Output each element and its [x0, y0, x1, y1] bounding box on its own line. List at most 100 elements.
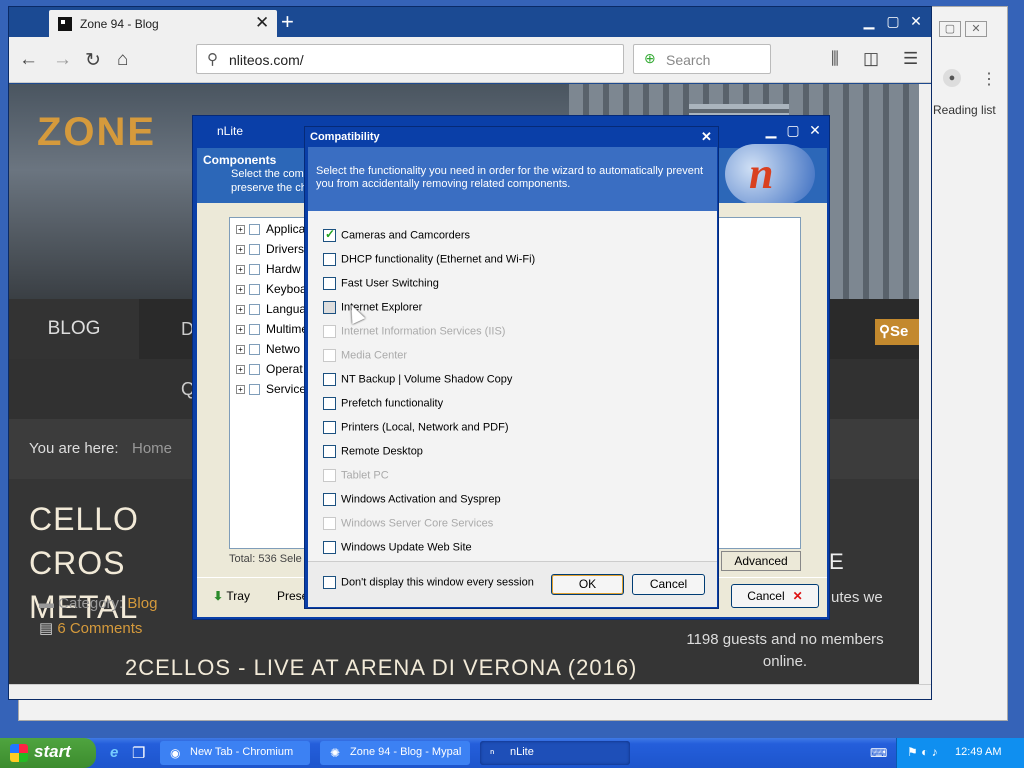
option-label: Windows Update Web Site	[341, 541, 472, 554]
comments-link[interactable]: 6 Comments	[39, 619, 142, 637]
menu-item-blog[interactable]: BLOG	[9, 299, 139, 359]
clock[interactable]: 12:49 AM	[955, 746, 1001, 758]
tree-node[interactable]: + Keyboa	[236, 282, 307, 296]
tree-checkbox[interactable]	[249, 324, 260, 336]
ie-quicklaunch-icon[interactable]: e	[110, 744, 118, 761]
start-button[interactable]: start	[0, 738, 96, 768]
library-icon[interactable]: ⫼	[831, 49, 839, 69]
checkbox[interactable]	[323, 277, 336, 290]
option-windows-update[interactable]: Windows Update Web Site	[323, 541, 472, 554]
dont-display-option[interactable]: Don't display this window every session	[323, 576, 534, 589]
tree-node[interactable]: + Service	[236, 382, 306, 396]
search-engine-icon[interactable]: ⊕	[644, 50, 656, 67]
site-search-button[interactable]: ⚲Se	[875, 319, 919, 345]
tree-checkbox[interactable]	[249, 224, 260, 236]
dialog-close-icon[interactable]: ✕	[701, 129, 712, 145]
url-bar[interactable]: ⚲ nliteos.com/	[196, 44, 624, 74]
nlite-cancel-button[interactable]: Cancel ✕	[731, 584, 819, 608]
expand-icon[interactable]: +	[236, 285, 245, 295]
option-internet-explorer[interactable]: Internet Explorer	[323, 301, 422, 314]
search-input[interactable]: ⊕ Search	[633, 44, 771, 74]
checkbox[interactable]	[323, 576, 336, 589]
checkbox[interactable]	[323, 493, 336, 506]
tree-checkbox[interactable]	[249, 244, 260, 256]
expand-icon[interactable]: +	[236, 325, 245, 335]
option-fast-user-switching[interactable]: Fast User Switching	[323, 277, 439, 290]
tab-zone94-blog[interactable]: Zone 94 - Blog ✕	[49, 10, 277, 37]
back-icon[interactable]: ←	[19, 49, 38, 71]
nlite-close-icon[interactable]: ✕	[807, 122, 823, 138]
option-windows-activation[interactable]: Windows Activation and Sysprep	[323, 493, 501, 506]
cancel-button[interactable]: Cancel	[632, 574, 705, 595]
expand-icon[interactable]: +	[236, 305, 245, 315]
expand-icon[interactable]: +	[236, 225, 245, 235]
tree-checkbox[interactable]	[249, 284, 260, 296]
tab-close-icon[interactable]: ✕	[255, 13, 269, 33]
tree-node[interactable]: + Operat	[236, 362, 303, 376]
tree-node[interactable]: + Netwo	[236, 342, 300, 356]
category-link[interactable]: Blog	[127, 595, 157, 612]
sidebar-icon[interactable]: ◫	[863, 49, 879, 69]
minimize-icon[interactable]: ▁	[861, 13, 877, 29]
tree-checkbox[interactable]	[249, 344, 260, 356]
expand-icon[interactable]: +	[236, 365, 245, 375]
tree-checkbox[interactable]	[249, 304, 260, 316]
tree-node[interactable]: + Multime	[236, 322, 308, 336]
checkbox[interactable]	[323, 227, 336, 242]
option-printers[interactable]: Printers (Local, Network and PDF)	[323, 421, 509, 434]
close-icon[interactable]: ✕	[908, 13, 924, 29]
checkbox[interactable]	[323, 397, 336, 410]
url-text[interactable]: nliteos.com/	[229, 52, 304, 68]
checkbox[interactable]	[323, 421, 336, 434]
tree-checkbox[interactable]	[249, 264, 260, 276]
expand-icon[interactable]: +	[236, 245, 245, 255]
forward-icon[interactable]: →	[53, 49, 72, 71]
taskbar-item-chromium[interactable]: ◉ New Tab - Chromium	[160, 741, 310, 765]
reload-icon[interactable]: ↻	[85, 49, 101, 72]
option-dhcp[interactable]: DHCP functionality (Ethernet and Wi-Fi)	[323, 253, 535, 266]
kebab-menu-icon[interactable]: ⋮	[981, 69, 997, 89]
tray-icons[interactable]: ⚑ ◐ ♪	[907, 745, 938, 759]
hamburger-menu-icon[interactable]: ☰	[903, 49, 918, 69]
option-remote-desktop[interactable]: Remote Desktop	[323, 445, 423, 458]
site-logo[interactable]: ZONE	[37, 110, 156, 155]
tree-checkbox[interactable]	[249, 384, 260, 396]
option-nt-backup[interactable]: NT Backup | Volume Shadow Copy	[323, 373, 512, 386]
taskbar-item-mypal[interactable]: ✺ Zone 94 - Blog - Mypal	[320, 741, 470, 765]
nlite-minimize-icon[interactable]: ▁	[763, 122, 779, 138]
taskbar-item-nlite[interactable]: ⁿ nLite	[480, 741, 630, 765]
expand-icon[interactable]: +	[236, 265, 245, 275]
checkbox[interactable]	[323, 253, 336, 266]
person-icon[interactable]: ●	[943, 69, 961, 87]
breadcrumb-home-link[interactable]: Home	[132, 440, 172, 457]
advanced-button[interactable]: Advanced	[721, 551, 801, 571]
expand-icon[interactable]: +	[236, 345, 245, 355]
keyboard-icon[interactable]: ⌨	[870, 746, 887, 760]
horizontal-scrollbar[interactable]	[9, 684, 931, 699]
tree-node[interactable]: + Langua	[236, 302, 306, 316]
option-label: Cameras and Camcorders	[341, 229, 470, 242]
option-cameras[interactable]: Cameras and Camcorders	[323, 227, 470, 242]
expand-icon[interactable]: +	[236, 385, 245, 395]
desktop-quicklaunch-icon[interactable]: ❐	[132, 744, 145, 762]
reading-list-button[interactable]: Reading list	[933, 103, 996, 117]
tree-node[interactable]: + Hardw	[236, 262, 301, 276]
tree-node[interactable]: + Applica	[236, 222, 305, 236]
chromium-restore-icon[interactable]: ▢	[939, 21, 961, 37]
new-tab-button[interactable]: +	[281, 9, 294, 35]
ok-button[interactable]: OK	[551, 574, 624, 595]
checkbox[interactable]	[323, 301, 336, 314]
checkbox[interactable]	[323, 373, 336, 386]
tray-button[interactable]: Tray	[213, 589, 250, 603]
vertical-scrollbar[interactable]	[919, 84, 931, 684]
checkbox[interactable]	[323, 541, 336, 554]
tree-checkbox[interactable]	[249, 364, 260, 376]
article-subtitle: 2CELLOS - LIVE AT ARENA DI VERONA (2016)	[125, 655, 638, 680]
home-icon[interactable]: ⌂	[117, 49, 128, 71]
option-prefetch[interactable]: Prefetch functionality	[323, 397, 443, 410]
maximize-icon[interactable]: ▢	[885, 13, 901, 29]
nlite-maximize-icon[interactable]: ▢	[785, 122, 801, 138]
chromium-close-icon[interactable]: ✕	[965, 21, 987, 37]
tree-node[interactable]: + Drivers	[236, 242, 304, 256]
checkbox[interactable]	[323, 445, 336, 458]
